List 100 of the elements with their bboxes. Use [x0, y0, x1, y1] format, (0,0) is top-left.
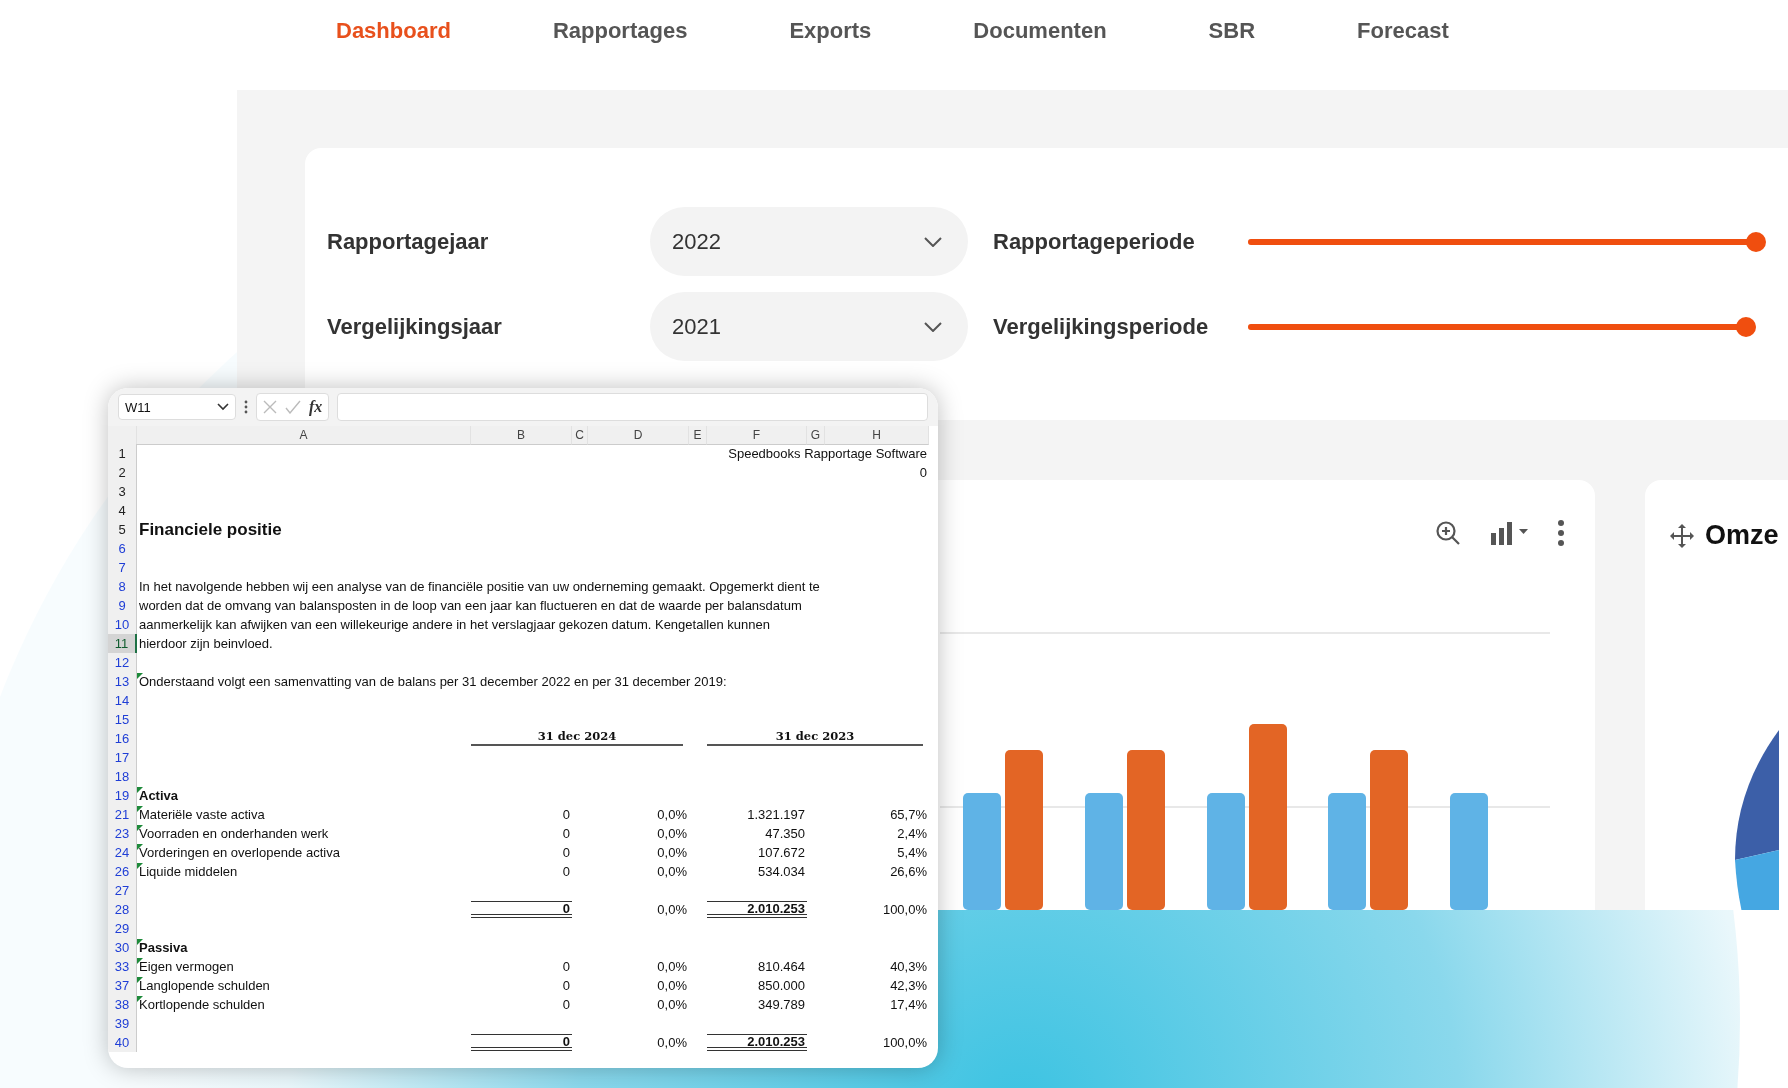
row-number[interactable]: 24	[108, 843, 137, 862]
sheet-cell: 0	[471, 1034, 572, 1051]
row-number[interactable]: 33	[108, 957, 137, 976]
sheet-cell-text: 0,0%	[656, 1034, 688, 1052]
function-button[interactable]: fx	[309, 398, 323, 416]
chevron-icon	[217, 403, 229, 411]
row-number[interactable]: 10	[108, 615, 137, 634]
name-box[interactable]: W11	[118, 394, 236, 420]
sheet-cell-text: 65,7%	[889, 806, 928, 824]
sheet-cell-text: 0,0%	[656, 825, 688, 843]
slider-handle[interactable]	[1735, 316, 1756, 337]
check-icon[interactable]	[285, 400, 301, 414]
row-number[interactable]: 29	[108, 919, 137, 938]
sheet-title: Financiele positie	[138, 520, 283, 539]
row-number[interactable]: 19	[108, 786, 137, 805]
row-number[interactable]: 6	[108, 539, 137, 558]
sheet-cell-text: 0	[918, 464, 928, 482]
row-number[interactable]: 39	[108, 1014, 137, 1033]
nav-tab[interactable]: SBR	[1208, 18, 1256, 44]
row-number[interactable]: 17	[108, 748, 137, 767]
row-number[interactable]: 5	[108, 520, 137, 539]
slider-handle[interactable]	[1746, 231, 1766, 252]
row-number[interactable]: 1	[108, 444, 137, 463]
nav-tab[interactable]: Rapportages	[552, 18, 688, 44]
cancel-icon[interactable]	[263, 400, 277, 414]
column-header[interactable]: G	[807, 426, 825, 445]
sheet-cell: 0	[471, 901, 572, 918]
row-number[interactable]: 18	[108, 767, 137, 786]
sheet-cell-text: 0	[561, 844, 571, 862]
sheet-text: aanmerkelijk kan afwijken van een willekeurige andere in het verslagjaar gekozen datum. Kengetallen kunnen	[139, 617, 770, 632]
row-number[interactable]: 27	[108, 881, 137, 900]
sheet-cell-text: 0,0%	[656, 977, 688, 995]
sheet-cell-text: 107.672	[757, 844, 806, 862]
bar-chart-icon[interactable]	[1489, 521, 1529, 545]
row-number[interactable]: 2	[108, 463, 137, 482]
column-header[interactable]: A	[137, 426, 471, 445]
sheet-label: Langlopende schulden	[139, 978, 270, 993]
column-header[interactable]: C	[572, 426, 588, 445]
column-header[interactable]: D	[588, 426, 689, 445]
row-number[interactable]: 37	[108, 976, 137, 995]
sheet-text: worden dat de omvang van balansposten in de loop van een jaar kan fluctueren en dat de waarde per balansdatum	[139, 598, 802, 613]
formula-field[interactable]	[337, 393, 928, 421]
row-number[interactable]: 28	[108, 900, 137, 919]
sheet-cell-text: 0	[561, 977, 571, 995]
sheet-cell-text: 349.789	[757, 996, 806, 1014]
row-number[interactable]: 38	[108, 995, 137, 1014]
nav-tab[interactable]: Forecast	[1357, 18, 1449, 44]
sheet-cell-text: 0,0%	[656, 806, 688, 824]
nav-tab[interactable]: Dashboard	[336, 18, 451, 44]
year-dropdown[interactable]: 2021	[650, 292, 968, 361]
sheet-cell-text: 0	[561, 863, 571, 881]
row-number[interactable]: 23	[108, 824, 137, 843]
more-icon[interactable]	[244, 400, 248, 414]
sheet-label: Activa	[139, 788, 179, 803]
more-icon[interactable]	[1557, 520, 1565, 546]
sheet-cell-text: 0,0%	[656, 863, 688, 881]
sheet-cell-text: 1.321.197	[746, 806, 806, 824]
sheet-label: Kortlopende schulden	[139, 997, 265, 1012]
row-number[interactable]: 11	[108, 634, 137, 653]
row-number[interactable]: 7	[108, 558, 137, 577]
sheet-cell-text: 810.464	[757, 958, 806, 976]
column-heading: 31 dec 2024	[471, 729, 683, 746]
row-number[interactable]: 13	[108, 672, 137, 691]
year-dropdown[interactable]: 2022	[650, 207, 968, 276]
column-header[interactable]: H	[825, 426, 929, 445]
nav-tab[interactable]: Exports	[789, 18, 872, 44]
zoom-in-icon[interactable]	[1435, 520, 1461, 546]
sheet-cell: 2.010.253	[707, 901, 807, 918]
row-number[interactable]: 40	[108, 1033, 137, 1052]
chevron-icon	[924, 236, 942, 247]
sheet-label: Passiva	[139, 940, 188, 955]
move-icon[interactable]	[1669, 522, 1695, 549]
column-header[interactable]: B	[471, 426, 572, 445]
sheet-cell: 2.010.253	[707, 1034, 807, 1051]
row-number[interactable]: 4	[108, 501, 137, 520]
column-header[interactable]: E	[689, 426, 707, 445]
nav-tab[interactable]: Documenten	[973, 18, 1107, 44]
period-label: Vergelijkingsperiode	[993, 313, 1210, 340]
row-number[interactable]: 8	[108, 577, 137, 596]
sheet-cell-text: 17,4%	[889, 996, 928, 1014]
row-number[interactable]: 26	[108, 862, 137, 881]
sheet-cell-text: 0,0%	[656, 996, 688, 1014]
sheet-cell-text: 0,0%	[656, 958, 688, 976]
row-number[interactable]: 21	[108, 805, 137, 824]
sheet-cell-text: Speedbooks Rapportage Software	[727, 445, 928, 463]
filter-label: Rapportagejaar	[327, 228, 490, 255]
row-number[interactable]: 9	[108, 596, 137, 615]
row-number[interactable]: 14	[108, 691, 137, 710]
row-number[interactable]: 16	[108, 729, 137, 748]
sheet-label: Vorderingen en overlopende activa	[139, 845, 340, 860]
sheet-label: Eigen vermogen	[139, 959, 234, 974]
sheet-cell-text: 100,0%	[881, 901, 928, 919]
row-number[interactable]: 3	[108, 482, 137, 501]
row-number[interactable]: 30	[108, 938, 137, 957]
sheet-label: Liquide middelen	[139, 864, 238, 879]
row-number[interactable]: 12	[108, 653, 137, 672]
sheet-cell-text: 0,0%	[656, 844, 688, 862]
sheet-text: Onderstaand volgt een samenvatting van de balans per 31 december 2022 en per 31 december 2019:	[139, 674, 727, 689]
column-header[interactable]: F	[707, 426, 807, 445]
row-number[interactable]: 15	[108, 710, 137, 729]
